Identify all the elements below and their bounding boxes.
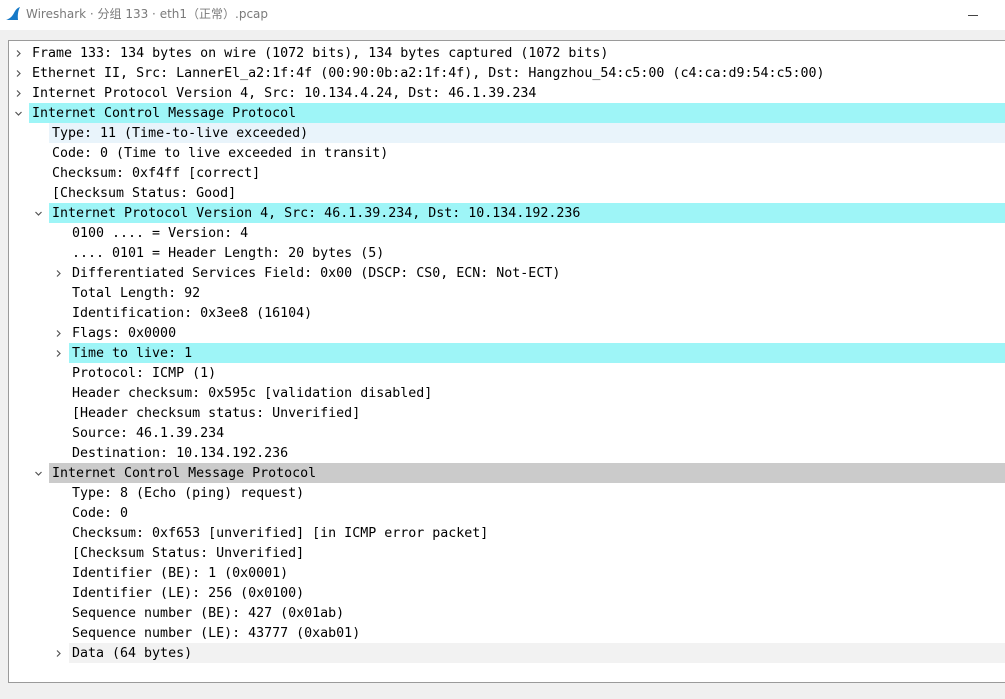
tree-row-label: [Checksum Status: Unverified]	[72, 546, 305, 561]
tree-row[interactable]: [Checksum Status: Good]	[9, 183, 1005, 203]
chevron-down-icon[interactable]	[11, 103, 25, 123]
tree-row[interactable]: Internet Protocol Version 4, Src: 10.134…	[9, 83, 1005, 103]
tree-row[interactable]: Total Length: 92	[9, 283, 1005, 303]
tree-row-label: Type: 8 (Echo (ping) request)	[72, 486, 305, 501]
tree-row-label: Internet Control Message Protocol	[32, 106, 297, 121]
tree-row-label: Type: 11 (Time-to-live exceeded)	[52, 126, 309, 141]
chevron-down-icon[interactable]	[31, 203, 45, 223]
tree-row[interactable]: Identifier (BE): 1 (0x0001)	[9, 563, 1005, 583]
chevron-right-icon[interactable]	[51, 643, 65, 663]
tree-row-label: Time to live: 1	[72, 346, 193, 361]
tree-row-label: Ethernet II, Src: LannerEl_a2:1f:4f (00:…	[32, 66, 825, 81]
tree-row[interactable]: Checksum: 0xf4ff [correct]	[9, 163, 1005, 183]
tree-row-label: Code: 0 (Time to live exceeded in transi…	[52, 146, 389, 161]
tree-row-label: Sequence number (LE): 43777 (0xab01)	[72, 626, 361, 641]
tree-row-label: Sequence number (BE): 427 (0x01ab)	[72, 606, 345, 621]
title-bar: Wireshark · 分组 133 · eth1（正常）.pcap	[0, 0, 1005, 30]
tree-row-label: Source: 46.1.39.234	[72, 426, 225, 441]
tree-row-label: Frame 133: 134 bytes on wire (1072 bits)…	[32, 46, 609, 61]
window-title: Wireshark · 分组 133 · eth1（正常）.pcap	[26, 7, 269, 21]
tree-row[interactable]: Type: 11 (Time-to-live exceeded)	[9, 123, 1005, 143]
tree-row-label: Internet Protocol Version 4, Src: 46.1.3…	[52, 206, 581, 221]
tree-row[interactable]: Header checksum: 0x595c [validation disa…	[9, 383, 1005, 403]
tree-row-label: Identification: 0x3ee8 (16104)	[72, 306, 313, 321]
tree-row[interactable]: Data (64 bytes)	[9, 643, 1005, 663]
tree-row[interactable]: Internet Protocol Version 4, Src: 46.1.3…	[9, 203, 1005, 223]
tree-row-label: Internet Control Message Protocol	[52, 466, 317, 481]
tree-row[interactable]: Ethernet II, Src: LannerEl_a2:1f:4f (00:…	[9, 63, 1005, 83]
chevron-right-icon[interactable]	[11, 63, 25, 83]
tree-row-label: Differentiated Services Field: 0x00 (DSC…	[72, 266, 561, 281]
tree-row-label: [Header checksum status: Unverified]	[72, 406, 361, 421]
tree-row[interactable]: Identifier (LE): 256 (0x0100)	[9, 583, 1005, 603]
tree-row[interactable]: [Checksum Status: Unverified]	[9, 543, 1005, 563]
tree-row[interactable]: Internet Control Message Protocol	[9, 103, 1005, 123]
tree-row[interactable]: Source: 46.1.39.234	[9, 423, 1005, 443]
chevron-right-icon[interactable]	[51, 323, 65, 343]
tree-row-label: Checksum: 0xf4ff [correct]	[52, 166, 261, 181]
tree-row-label: Internet Protocol Version 4, Src: 10.134…	[32, 86, 537, 101]
tree-row-label: [Checksum Status: Good]	[52, 186, 237, 201]
tree-row-label: Header checksum: 0x595c [validation disa…	[72, 386, 433, 401]
chevron-right-icon[interactable]	[51, 263, 65, 283]
tree-row-label: 0100 .... = Version: 4	[72, 226, 249, 241]
tree-row[interactable]: Identification: 0x3ee8 (16104)	[9, 303, 1005, 323]
tree-row-label: Total Length: 92	[72, 286, 201, 301]
tree-row-label: Identifier (LE): 256 (0x0100)	[72, 586, 305, 601]
tree-row[interactable]: Sequence number (LE): 43777 (0xab01)	[9, 623, 1005, 643]
tree-row[interactable]: Checksum: 0xf653 [unverified] [in ICMP e…	[9, 523, 1005, 543]
minimize-button[interactable]	[955, 0, 991, 30]
tree-row[interactable]: 0100 .... = Version: 4	[9, 223, 1005, 243]
tree-row[interactable]: Time to live: 1	[9, 343, 1005, 363]
chevron-down-icon[interactable]	[31, 463, 45, 483]
tree-row-label: Data (64 bytes)	[72, 646, 193, 661]
tree-row[interactable]: Code: 0	[9, 503, 1005, 523]
tree-row[interactable]: Frame 133: 134 bytes on wire (1072 bits)…	[9, 43, 1005, 63]
tree-row[interactable]: Differentiated Services Field: 0x00 (DSC…	[9, 263, 1005, 283]
row-highlight	[69, 643, 1005, 663]
row-highlight	[69, 343, 1005, 363]
tree-row-label: Identifier (BE): 1 (0x0001)	[72, 566, 289, 581]
wireshark-fin-icon	[6, 7, 20, 20]
tree-row[interactable]: [Header checksum status: Unverified]	[9, 403, 1005, 423]
chevron-right-icon[interactable]	[51, 343, 65, 363]
tree-row[interactable]: Protocol: ICMP (1)	[9, 363, 1005, 383]
chevron-right-icon[interactable]	[11, 43, 25, 63]
tree-row[interactable]: Type: 8 (Echo (ping) request)	[9, 483, 1005, 503]
tree-row-label: Code: 0	[72, 506, 129, 521]
tree-row[interactable]: Destination: 10.134.192.236	[9, 443, 1005, 463]
tree-row[interactable]: Internet Control Message Protocol	[9, 463, 1005, 483]
tree-row[interactable]: Flags: 0x0000	[9, 323, 1005, 343]
tree-row-label: Flags: 0x0000	[72, 326, 177, 341]
tree-row-label: Destination: 10.134.192.236	[72, 446, 289, 461]
tree-row[interactable]: Code: 0 (Time to live exceeded in transi…	[9, 143, 1005, 163]
tree-row-label: Protocol: ICMP (1)	[72, 366, 217, 381]
tree-row-label: Checksum: 0xf653 [unverified] [in ICMP e…	[72, 526, 489, 541]
packet-details-tree[interactable]: Frame 133: 134 bytes on wire (1072 bits)…	[8, 40, 1005, 683]
minimize-icon	[968, 14, 978, 16]
tree-row[interactable]: Sequence number (BE): 427 (0x01ab)	[9, 603, 1005, 623]
tree-row-label: .... 0101 = Header Length: 20 bytes (5)	[72, 246, 385, 261]
tree-row[interactable]: .... 0101 = Header Length: 20 bytes (5)	[9, 243, 1005, 263]
chevron-right-icon[interactable]	[11, 83, 25, 103]
